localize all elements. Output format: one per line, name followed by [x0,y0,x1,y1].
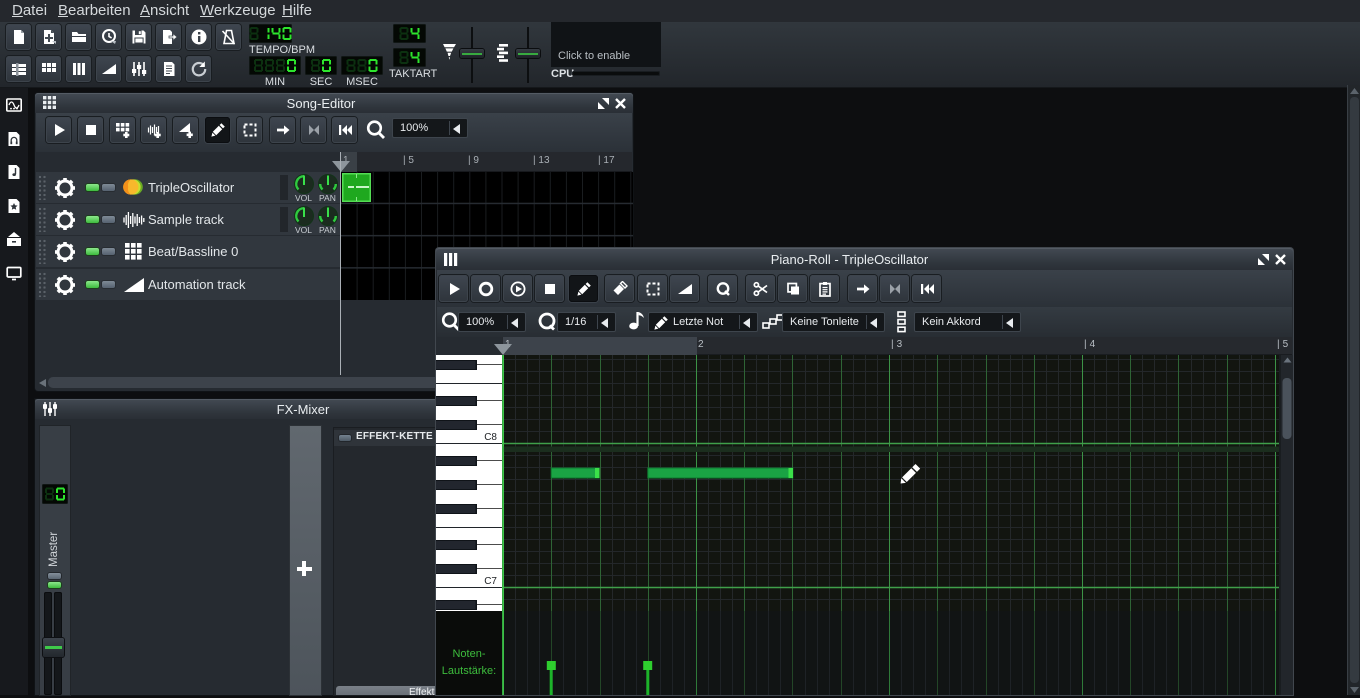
svg-text:Noten-: Noten- [452,648,485,660]
svg-text:Lautstärke:: Lautstärke: [442,665,496,677]
svg-text:C7: C7 [484,576,497,587]
svg-text:C8: C8 [484,432,497,443]
